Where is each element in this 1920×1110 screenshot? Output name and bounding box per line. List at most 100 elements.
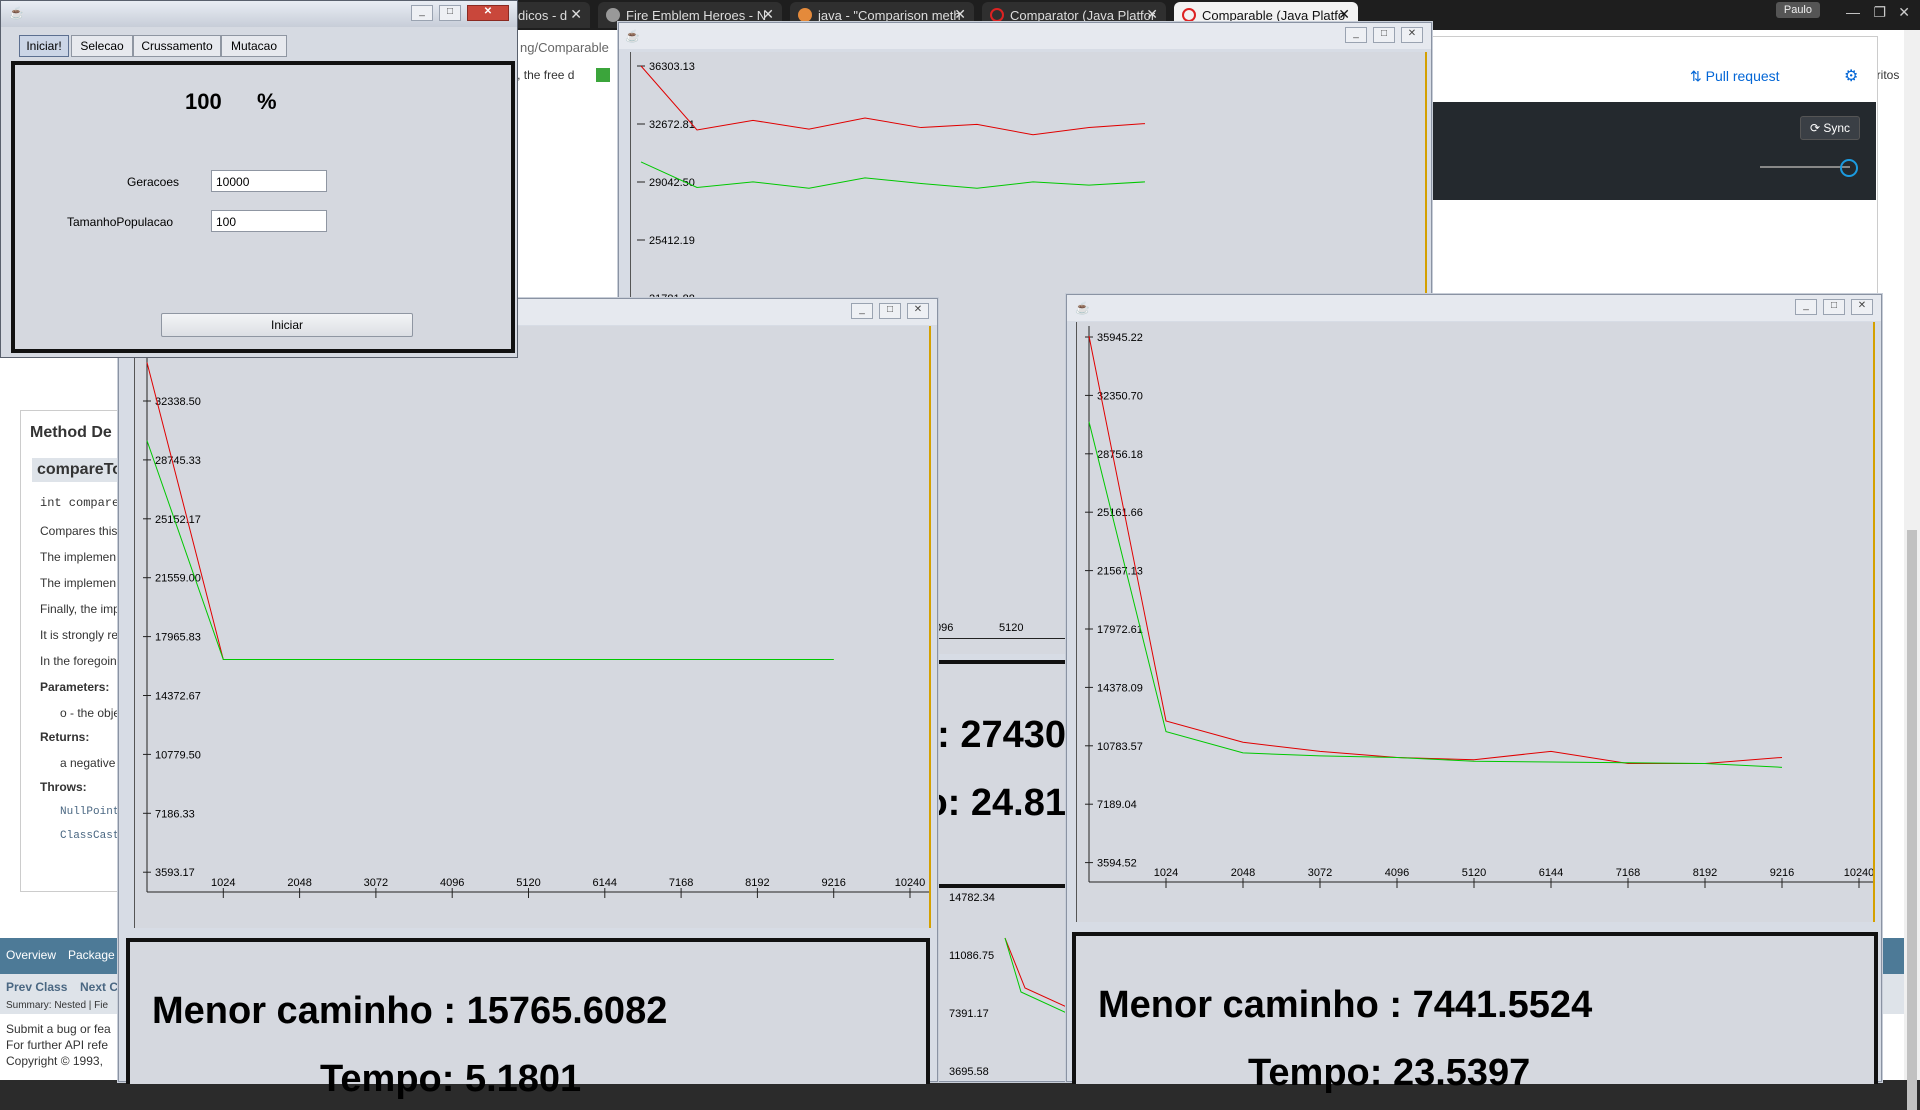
window-titlebar[interactable]: ☕ _ □ ✕ xyxy=(1,1,517,27)
y-tick-label: 17965.83 xyxy=(155,632,201,644)
series-line-0 xyxy=(146,362,834,660)
method-signature: int compare xyxy=(40,496,120,510)
series-line-green xyxy=(1004,937,1069,1015)
returns-label: Returns: xyxy=(40,730,90,744)
y-tick-label: 32338.50 xyxy=(155,396,201,408)
progress-unit: % xyxy=(257,89,277,114)
params-label: Parameters: xyxy=(40,680,110,694)
tab-mutacao[interactable]: Mutacao xyxy=(221,35,287,57)
browser-user-badge[interactable]: Paulo xyxy=(1775,2,1820,18)
tab-iniciar[interactable]: Iniciar! xyxy=(19,35,69,57)
y-tick-label: 14372.67 xyxy=(155,691,201,703)
scrollbar-thumb[interactable] xyxy=(1907,530,1917,1110)
y-tick-label: 3594.52 xyxy=(1097,858,1137,870)
doc-line: The implemen xyxy=(40,576,117,590)
x-tick-label: 4096 xyxy=(1385,867,1409,879)
chart-plot-left: 32338.50 28745.33 25152.17 21559.00 17965.83… xyxy=(134,326,970,928)
stackoverflow-icon xyxy=(798,8,812,22)
close-icon[interactable]: ✕ xyxy=(570,6,582,23)
line-chart: 32338.5028745.3325152.1721559.0017965.83… xyxy=(143,352,970,898)
doc-line: It is strongly re xyxy=(40,628,119,642)
maximize-icon[interactable]: □ xyxy=(1823,299,1845,315)
tamanho-populacao-field[interactable]: 100 xyxy=(211,210,327,232)
tab-selecao[interactable]: Selecao xyxy=(71,35,133,57)
y-tick-label: 25412.19 xyxy=(649,235,695,247)
result-panel-left: Menor caminho : 15765.6082 Tempo: 5.1801 xyxy=(126,938,930,1100)
close-icon[interactable]: ✕ xyxy=(954,6,966,23)
next-class-link[interactable]: Next C xyxy=(80,980,118,994)
address-bar-fragment[interactable]: ng/Comparable xyxy=(520,40,609,55)
minimize-icon[interactable]: — xyxy=(1846,4,1860,20)
java-icon: ☕ xyxy=(625,29,640,43)
window-titlebar[interactable]: ☕ _ □ ✕ xyxy=(619,23,1431,49)
timeline-node-icon[interactable] xyxy=(1840,159,1858,177)
close-icon[interactable]: ✕ xyxy=(1851,299,1873,315)
y-tick-label: 7189.04 xyxy=(1097,799,1137,811)
control-panel: 100 % Geracoes 10000 TamanhoPopulacao 10… xyxy=(11,61,515,353)
returns-value: a negative xyxy=(60,756,116,770)
minimize-icon[interactable]: _ xyxy=(411,5,433,21)
y-tick-label: 25161.66 xyxy=(1097,507,1143,519)
close-icon[interactable]: ✕ xyxy=(907,303,929,319)
minimize-icon[interactable]: _ xyxy=(1795,299,1817,315)
timeline-track xyxy=(1760,166,1850,168)
oracle-icon xyxy=(990,8,1004,22)
nav-overview[interactable]: Overview xyxy=(6,948,56,962)
x-tick-label: 8192 xyxy=(1693,867,1717,879)
pull-request-icon: ⇅ xyxy=(1690,68,1702,84)
pull-request-button[interactable]: ⇅ Pull request xyxy=(1690,68,1780,85)
x-axis-line xyxy=(931,638,1067,639)
page-scrollbar[interactable] xyxy=(1904,30,1920,1110)
minimize-icon[interactable]: _ xyxy=(851,303,873,319)
partial-line-chart xyxy=(1004,937,1069,1015)
iniciar-button[interactable]: Iniciar xyxy=(161,313,413,337)
nav-package[interactable]: Package xyxy=(68,948,115,962)
x-tick-label: 6144 xyxy=(1539,867,1563,879)
y-tick-label: 32350.70 xyxy=(1097,390,1143,402)
series-line-1 xyxy=(1088,421,1783,768)
maximize-icon[interactable]: □ xyxy=(1373,27,1395,43)
x-tick-label: 3072 xyxy=(1308,867,1332,879)
x-tick-label: 5120 xyxy=(1462,867,1486,879)
pull-request-label: Pull request xyxy=(1705,68,1780,84)
progress-value: 100 xyxy=(185,89,222,114)
minimize-icon[interactable]: _ xyxy=(1345,27,1367,43)
footer-line: Copyright © 1993, xyxy=(6,1054,103,1068)
close-icon[interactable]: ✕ xyxy=(1146,6,1158,23)
tab-label: java - "Comparison meth xyxy=(818,7,961,23)
prev-class-link[interactable]: Prev Class xyxy=(6,980,67,994)
x-tick-label: 8192 xyxy=(745,877,769,889)
window-titlebar[interactable]: ☕ _ □ ✕ xyxy=(1067,295,1881,321)
y-tick-label: 28756.18 xyxy=(1097,449,1143,461)
reddit-icon xyxy=(606,8,620,22)
x-tick-label: 5120 xyxy=(999,622,1024,634)
result-panel-right: Menor caminho : 7441.5524 Tempo: 23.5397 xyxy=(1072,932,1878,1094)
y-tick-label: 3593.17 xyxy=(155,867,195,879)
close-icon[interactable]: ✕ xyxy=(762,6,774,23)
doc-line: In the foregoin xyxy=(40,654,117,668)
param-value: o - the obje xyxy=(60,706,121,720)
maximize-icon[interactable]: □ xyxy=(439,5,461,21)
tab-label: Comparable (Java Platfo xyxy=(1202,7,1346,23)
y-tick-label: 17972.61 xyxy=(1097,624,1143,636)
x-tick-label: 6144 xyxy=(593,877,617,889)
maximize-icon[interactable]: □ xyxy=(879,303,901,319)
tab-crussamento[interactable]: Crussamento xyxy=(133,35,221,57)
summary-links[interactable]: Summary: Nested | Fie xyxy=(6,1000,108,1011)
x-tick-label: 4096 xyxy=(440,877,464,889)
gear-icon[interactable]: ⚙ xyxy=(1844,66,1858,86)
browser-tab[interactable]: dicos - d ✕ xyxy=(510,2,590,28)
method-name: compareTo xyxy=(37,461,123,478)
close-icon[interactable]: ✕ xyxy=(1898,4,1910,21)
user-name: Paulo xyxy=(1783,4,1812,16)
throws-link[interactable]: NullPointe xyxy=(60,806,126,818)
geracoes-field[interactable]: 10000 xyxy=(211,170,327,192)
close-icon[interactable]: ✕ xyxy=(467,5,509,21)
restore-icon[interactable]: ❐ xyxy=(1873,4,1886,21)
close-icon[interactable]: ✕ xyxy=(1401,27,1423,43)
sync-button[interactable]: ⟳ Sync xyxy=(1800,116,1860,140)
footer-line[interactable]: Submit a bug or fea xyxy=(6,1022,111,1036)
throws-link[interactable]: ClassCast xyxy=(60,830,119,842)
close-icon[interactable]: ✕ xyxy=(1338,6,1350,23)
tamanho-populacao-label: TamanhoPopulacao xyxy=(67,215,174,229)
